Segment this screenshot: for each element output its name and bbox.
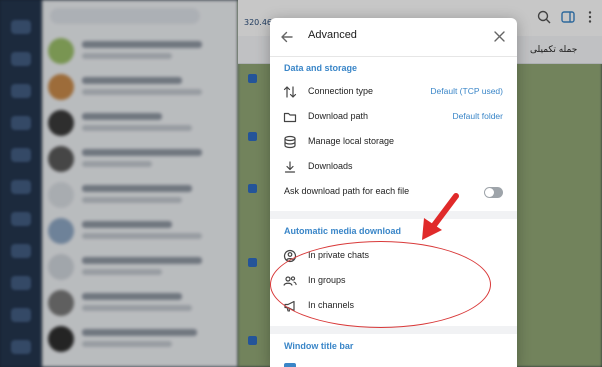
- arrow-left-icon[interactable]: [280, 30, 294, 44]
- dialog-header: Advanced: [270, 18, 517, 56]
- connection-type-value: Default (TCP used): [430, 86, 503, 96]
- ask-download-path-row[interactable]: Ask download path for each file: [270, 180, 517, 205]
- section-title-auto-media: Automatic media download: [284, 226, 402, 236]
- downloads-row[interactable]: Downloads: [270, 155, 517, 180]
- downloads-label: Downloads: [308, 161, 353, 171]
- manage-local-storage-row[interactable]: Manage local storage: [270, 130, 517, 155]
- annotation-arrow-icon: [418, 190, 464, 242]
- download-path-label: Download path: [308, 111, 369, 121]
- ask-download-path-label: Ask download path for each file: [284, 186, 410, 196]
- storage-icon: [283, 135, 297, 149]
- checkbox-partial[interactable]: [284, 363, 296, 367]
- swap-vertical-icon: [283, 85, 297, 99]
- section-separator: [270, 211, 517, 219]
- ask-download-path-toggle[interactable]: [484, 187, 503, 198]
- folder-icon: [283, 110, 297, 124]
- section-title-data-storage: Data and storage: [284, 63, 358, 73]
- highlight-ellipse: [270, 241, 491, 328]
- section-title-window-title-bar: Window title bar: [284, 341, 354, 351]
- header-divider: [270, 56, 517, 57]
- toggle-knob: [485, 188, 494, 197]
- manage-local-storage-label: Manage local storage: [308, 136, 395, 146]
- download-icon: [283, 160, 297, 174]
- connection-type-row[interactable]: Connection type Default (TCP used): [270, 80, 517, 105]
- connection-type-label: Connection type: [308, 86, 374, 96]
- dialog-title: Advanced: [308, 29, 357, 41]
- download-path-row[interactable]: Download path Default folder: [270, 105, 517, 130]
- close-icon[interactable]: [493, 30, 506, 43]
- download-path-value: Default folder: [452, 111, 503, 121]
